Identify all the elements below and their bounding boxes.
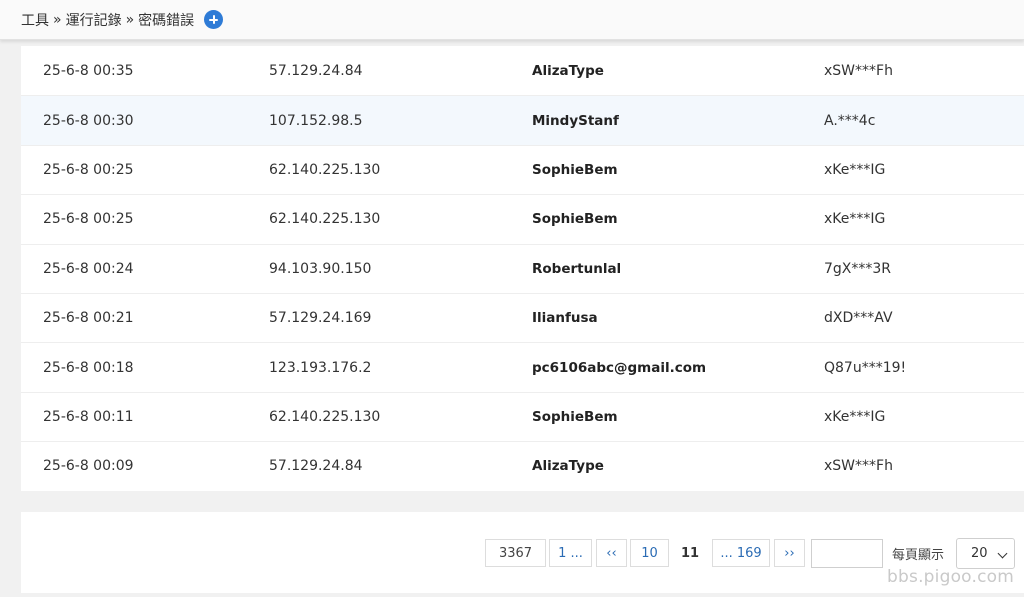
table-row: 25-6-8 00:24 94.103.90.150 Robertunlal 7… [21, 243, 1024, 293]
cell-password: xKe***IG [824, 211, 886, 228]
cell-ip: 62.140.225.130 [269, 408, 381, 425]
breadcrumb-tools[interactable]: 工具 [21, 10, 49, 30]
page-current: 11 [680, 545, 700, 561]
per-page-value: 20 [971, 546, 988, 561]
breadcrumb-run-log[interactable]: 運行記錄 [66, 10, 122, 30]
pagination-bar: 3367 1 ... ‹‹ 10 11 ... 169 ›› 每頁顯示 20 [21, 512, 1024, 593]
cell-ip: 62.140.225.130 [269, 161, 381, 178]
table-row: 25-6-8 00:11 62.140.225.130 SophieBem xK… [21, 391, 1024, 441]
cell-time: 25-6-8 00:25 [43, 161, 134, 178]
page-first-button[interactable]: 1 ... [549, 539, 592, 567]
cell-time: 25-6-8 00:21 [43, 310, 134, 327]
cell-password: xSW***Fh [824, 62, 893, 79]
table-row: 25-6-8 00:25 62.140.225.130 SophieBem xK… [21, 144, 1024, 194]
cell-password: xKe***IG [824, 161, 886, 178]
cell-time: 25-6-8 00:11 [43, 408, 134, 425]
table-row: 25-6-8 00:30 107.152.98.5 MindyStanf A.*… [21, 95, 1024, 145]
page-10-button[interactable]: 10 [630, 539, 669, 567]
cell-password: A.***4c [824, 112, 876, 129]
cell-username: SophieBem [532, 408, 618, 425]
cell-password: 7gX***3R [824, 260, 892, 277]
cell-password: dXD***AV [824, 310, 893, 327]
chevron-down-icon [997, 548, 1008, 559]
cell-username: pc6106abc@gmail.com [532, 359, 707, 376]
cell-password: Q87u***19! [824, 359, 907, 376]
cell-time: 25-6-8 00:24 [43, 260, 134, 277]
table-row: 25-6-8 00:25 62.140.225.130 SophieBem xK… [21, 194, 1024, 243]
table-row: 25-6-8 00:18 123.193.176.2 pc6106abc@gma… [21, 342, 1024, 391]
breadcrumb-separator: » [125, 11, 135, 28]
cell-ip: 94.103.90.150 [269, 260, 372, 277]
cell-password: xKe***IG [824, 408, 886, 425]
cell-username: Ilianfusa [532, 310, 598, 327]
log-table: 25-6-8 00:35 57.129.24.84 AlizaType xSW*… [21, 46, 1024, 491]
cell-ip: 57.129.24.169 [269, 310, 372, 327]
page-prev-button[interactable]: ‹‹ [596, 539, 627, 567]
breadcrumb-password-error: 密碼錯誤 [138, 12, 195, 29]
table-row: 25-6-8 00:09 57.129.24.84 AlizaType xSW*… [21, 441, 1024, 490]
cell-ip: 57.129.24.84 [269, 458, 363, 475]
cell-ip: 62.140.225.130 [269, 211, 381, 228]
per-page-select[interactable]: 20 [956, 538, 1015, 569]
plus-circle-icon[interactable] [204, 10, 224, 29]
cell-time: 25-6-8 00:30 [43, 112, 134, 129]
cell-username: SophieBem [532, 161, 618, 178]
page-last-button[interactable]: ... 169 [712, 539, 770, 567]
cell-time: 25-6-8 00:09 [43, 458, 134, 475]
breadcrumb-bar: 工具 » 運行記錄 » 密碼錯誤 [0, 0, 1024, 40]
goto-page-input[interactable] [811, 539, 883, 568]
table-row: 25-6-8 00:35 57.129.24.84 AlizaType xSW*… [21, 46, 1024, 95]
table-row: 25-6-8 00:21 57.129.24.169 Ilianfusa dXD… [21, 293, 1024, 342]
cell-username: AlizaType [532, 62, 604, 79]
cell-username: AlizaType [532, 458, 604, 475]
cell-time: 25-6-8 00:18 [43, 359, 134, 376]
cell-time: 25-6-8 00:35 [43, 62, 134, 79]
cell-ip: 57.129.24.84 [269, 62, 363, 79]
page-next-button[interactable]: ›› [774, 539, 805, 567]
cell-password: xSW***Fh [824, 458, 893, 475]
total-count: 3367 [485, 539, 546, 567]
per-page-label: 每頁顯示 [892, 547, 945, 563]
cell-username: Robertunlal [532, 260, 622, 277]
watermark: bbs.pigoo.com [887, 567, 1014, 587]
breadcrumb-separator: » [53, 11, 62, 28]
cell-ip: 123.193.176.2 [269, 359, 372, 376]
cell-username: MindyStanf [532, 112, 619, 129]
cell-username: SophieBem [532, 211, 618, 228]
cell-time: 25-6-8 00:25 [43, 211, 134, 228]
cell-ip: 107.152.98.5 [269, 112, 363, 129]
